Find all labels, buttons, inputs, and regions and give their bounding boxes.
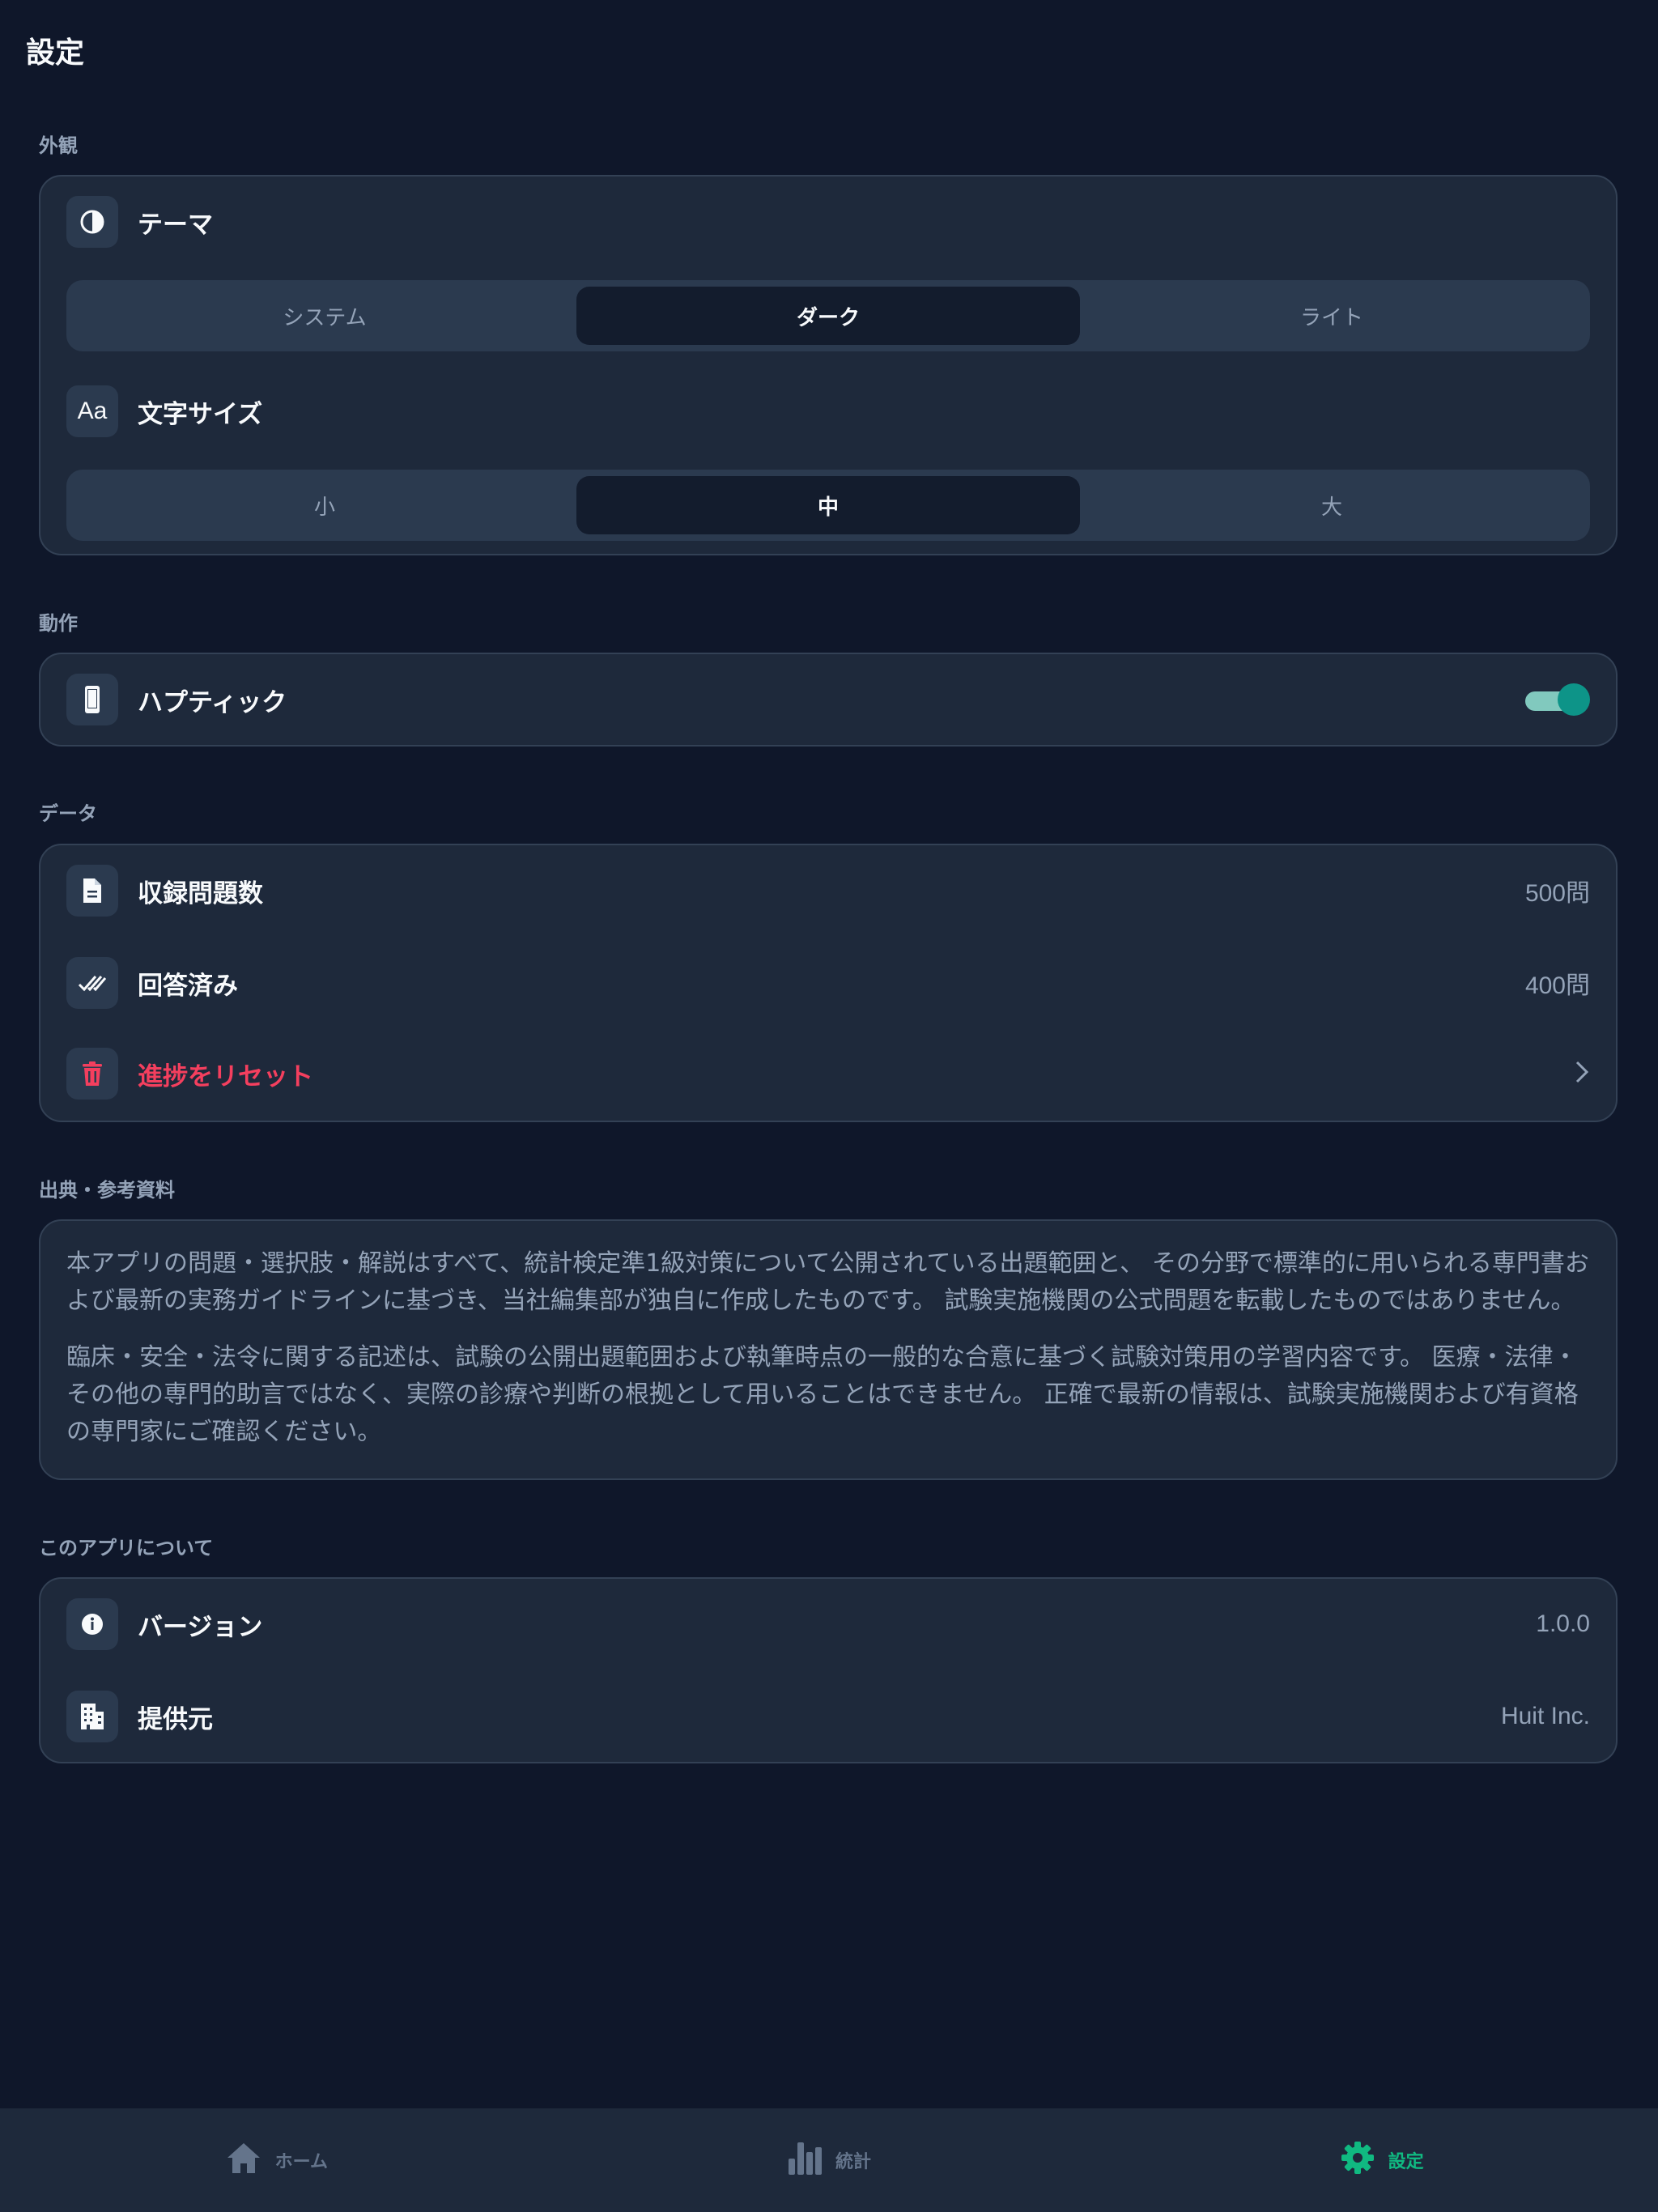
haptic-label: ハプティック [138,687,287,717]
tab-home[interactable]: ホーム [0,2108,553,2212]
font-size-option-small[interactable]: 小 [73,476,576,534]
font-size-icon: Aa [66,385,118,437]
font-size-option-medium[interactable]: 中 [576,476,1080,534]
theme-label: テーマ [138,210,213,240]
provider-value: Huit Inc. [1500,1703,1590,1729]
reset-progress-row[interactable]: 進捗をリセット [66,1048,1590,1100]
trash-icon [66,1048,118,1100]
building-icon [66,1691,118,1742]
double-check-icon [66,957,118,1009]
theme-option-light[interactable]: ライト [1080,287,1584,345]
section-label-about: このアプリについて [39,1537,214,1559]
appearance-card: テーマ システム ダーク ライト Aa 文字サイズ 小 中 大 [39,175,1618,555]
provider-row: 提供元 Huit Inc. [66,1691,1590,1742]
section-label-data: データ [39,802,97,825]
sources-card: 本アプリの問題・選択肢・解説はすべて、統計検定準1級対策について公開されている出… [39,1219,1618,1480]
font-size-label: 文字サイズ [138,399,263,429]
provider-label: 提供元 [138,1704,213,1734]
data-card: 収録問題数 500問 回答済み 400問 進捗をリセット [39,844,1618,1122]
total-questions-row: 収録問題数 500問 [66,865,1590,917]
document-icon [66,865,118,917]
version-row: バージョン 1.0.0 [66,1598,1590,1650]
tab-stats-label: 統計 [835,2152,872,2172]
theme-segmented-control: システム ダーク ライト [66,280,1590,351]
tab-settings-label: 設定 [1388,2152,1424,2172]
section-label-sources: 出典・参考資料 [39,1179,175,1202]
version-label: バージョン [138,1612,263,1642]
version-value: 1.0.0 [1536,1610,1590,1637]
font-size-segmented-control: 小 中 大 [66,470,1590,541]
sources-paragraph: 本アプリの問題・選択肢・解説はすべて、統計検定準1級対策について公開されている出… [66,1249,1589,1315]
behavior-card: ハプティック [39,653,1618,747]
total-questions-value: 500問 [1524,880,1590,907]
about-card: バージョン 1.0.0 提供元 Huit Inc. [39,1577,1618,1763]
info-icon [66,1598,118,1650]
haptic-toggle[interactable] [1525,682,1590,717]
tab-bar: ホーム 統計 設定 [0,2108,1658,2212]
gear-icon [1340,2140,1375,2180]
answered-value: 400問 [1524,972,1590,999]
page-title: 設定 [26,36,85,70]
chevron-right-icon [1574,1059,1590,1088]
haptic-row: ハプティック [66,674,1590,725]
answered-row: 回答済み 400問 [66,957,1590,1009]
tab-home-label: ホーム [274,2152,328,2172]
disclaimer-paragraph: 臨床・安全・法令に関する記述は、試験の公開出題範囲および執筆時点の一般的な合意に… [66,1343,1579,1446]
bar-chart-icon [787,2139,823,2181]
font-size-option-large[interactable]: 大 [1080,476,1584,534]
theme-option-dark[interactable]: ダーク [576,287,1080,345]
theme-option-system[interactable]: システム [73,287,576,345]
theme-row: テーマ [66,196,1590,248]
total-questions-label: 収録問題数 [138,878,263,908]
contrast-icon [66,196,118,248]
tab-stats[interactable]: 統計 [553,2108,1106,2212]
section-label-appearance: 外観 [39,134,78,157]
answered-label: 回答済み [138,971,238,1001]
font-size-row: Aa 文字サイズ [66,385,1590,437]
section-label-behavior: 動作 [39,612,78,635]
home-icon [225,2141,262,2180]
reset-progress-label: 進捗をリセット [138,1061,313,1091]
phone-icon [66,674,118,725]
tab-settings[interactable]: 設定 [1105,2108,1658,2212]
